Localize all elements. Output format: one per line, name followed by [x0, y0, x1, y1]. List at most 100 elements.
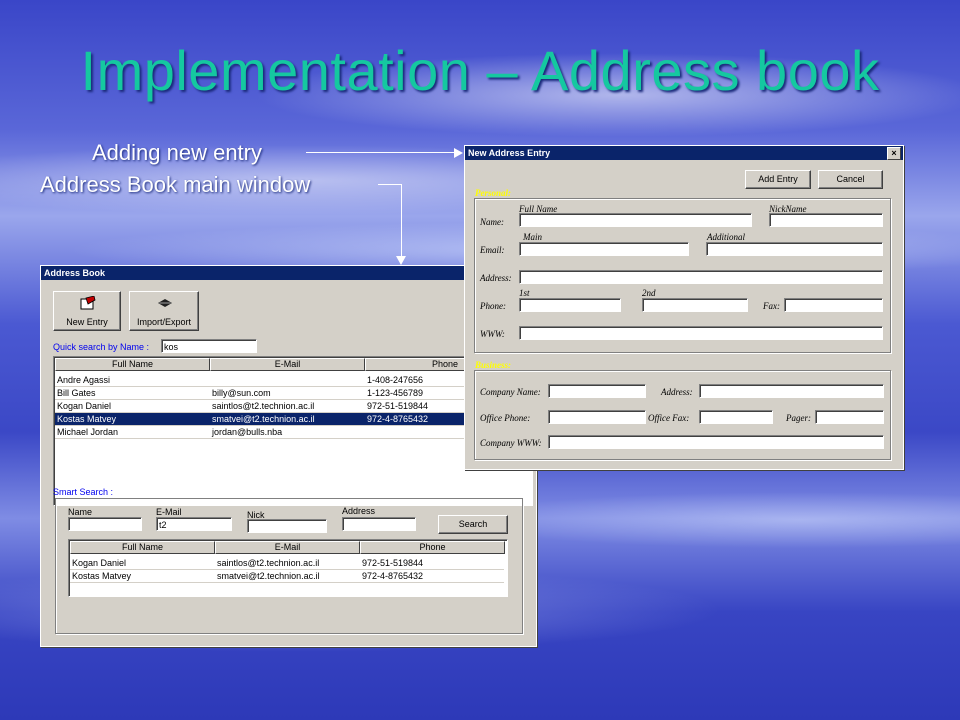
- phone-first-label: 1st: [519, 288, 530, 298]
- search-button[interactable]: Search: [438, 515, 508, 534]
- personal-group: Name: Full Name NickName Email: Main Add…: [474, 198, 891, 353]
- contact-row[interactable]: Bill Gates billy@sun.com 1-123-456789: [55, 387, 525, 400]
- email-additional-input[interactable]: [706, 242, 883, 256]
- smart-search-group: Name E-Mail t2 Nick Address Search Full …: [55, 498, 523, 634]
- full-name-input[interactable]: [519, 213, 752, 227]
- column-header-full-name[interactable]: Full Name: [55, 358, 210, 371]
- smart-name-label: Name: [68, 507, 93, 517]
- www-label: WWW:: [480, 329, 505, 339]
- business-section-label: Business:: [475, 360, 512, 370]
- contact-phone: 972-51-519844: [367, 401, 429, 411]
- smart-address-label: Address: [342, 506, 376, 516]
- import-export-label: Import/Export: [136, 317, 192, 327]
- smart-email-input[interactable]: t2: [156, 517, 232, 531]
- cancel-button[interactable]: Cancel: [818, 170, 883, 189]
- import-export-button[interactable]: Import/Export: [129, 291, 199, 331]
- result-name: Kogan Daniel: [72, 558, 127, 568]
- smart-address-input[interactable]: [342, 517, 416, 531]
- email-label: Email:: [480, 245, 505, 255]
- phone-second-input[interactable]: [642, 298, 748, 312]
- office-fax-label: Office Fax:: [648, 413, 690, 423]
- contact-row[interactable]: Andre Agassi 1-408-247656: [55, 374, 525, 387]
- office-phone-input[interactable]: [548, 410, 646, 424]
- new-entry-button[interactable]: New Entry: [53, 291, 121, 331]
- address-book-window: Address Book New Entry Import/Export Qui…: [40, 265, 537, 647]
- office-fax-input[interactable]: [699, 410, 773, 424]
- smart-results-grid: Full Name E-Mail Phone Kogan Daniel sain…: [68, 539, 508, 597]
- contact-row[interactable]: Michael Jordan jordan@bulls.nba: [55, 426, 525, 439]
- result-row[interactable]: Kostas Matvey smatvei@t2.technion.ac.il …: [70, 570, 504, 583]
- pager-label: Pager:: [786, 413, 811, 423]
- contact-row[interactable]: Kogan Daniel saintlos@t2.technion.ac.il …: [55, 400, 525, 413]
- smart-email-label: E-Mail: [156, 507, 182, 517]
- contact-name: Kostas Matvey: [57, 414, 117, 424]
- smart-nick-input[interactable]: [247, 519, 327, 533]
- contact-email: saintlos@t2.technion.ac.il: [212, 401, 315, 411]
- pager-input[interactable]: [815, 410, 884, 424]
- arrowhead-main-window: [396, 256, 406, 265]
- contact-name: Bill Gates: [57, 388, 96, 398]
- result-row[interactable]: Kogan Daniel saintlos@t2.technion.ac.il …: [70, 557, 504, 570]
- result-phone: 972-4-8765432: [362, 571, 424, 581]
- result-header-email[interactable]: E-Mail: [215, 541, 360, 554]
- fax-label: Fax:: [763, 301, 780, 311]
- arrowhead-new-entry: [454, 148, 463, 158]
- address-label: Address:: [480, 273, 512, 283]
- quick-search-input[interactable]: kos: [161, 339, 257, 353]
- address-input[interactable]: [519, 270, 883, 284]
- caption-main-window: Address Book main window: [40, 172, 311, 197]
- smart-name-input[interactable]: [68, 517, 142, 531]
- business-address-input[interactable]: [699, 384, 884, 398]
- company-www-label: Company WWW:: [480, 438, 542, 448]
- address-book-titlebar[interactable]: Address Book: [41, 266, 536, 280]
- company-name-label: Company Name:: [480, 387, 541, 397]
- column-header-email[interactable]: E-Mail: [210, 358, 365, 371]
- contact-name: Michael Jordan: [57, 427, 119, 437]
- www-input[interactable]: [519, 326, 883, 340]
- contact-row-selected[interactable]: Kostas Matvey smatvei@t2.technion.ac.il …: [55, 413, 525, 426]
- email-main-input[interactable]: [519, 242, 689, 256]
- import-export-icon: [157, 297, 173, 309]
- business-group: Company Name: Address: Office Phone: Off…: [474, 370, 891, 460]
- contact-phone: 1-408-247656: [367, 375, 424, 385]
- close-icon[interactable]: ×: [887, 147, 901, 160]
- phone-first-input[interactable]: [519, 298, 621, 312]
- caption-new-entry: Adding new entry: [92, 140, 262, 165]
- new-entry-title: New Address Entry: [468, 148, 551, 158]
- result-phone: 972-51-519844: [362, 558, 424, 568]
- phone-second-label: 2nd: [642, 288, 656, 298]
- email-additional-label: Additional: [707, 232, 745, 242]
- fax-input[interactable]: [784, 298, 883, 312]
- result-header-phone[interactable]: Phone: [360, 541, 505, 554]
- contact-name: Kogan Daniel: [57, 401, 112, 411]
- business-address-label: Address:: [661, 387, 693, 397]
- new-entry-window: New Address Entry × Add Entry Cancel Per…: [464, 145, 904, 470]
- smart-search-label: Smart Search :: [53, 487, 114, 497]
- nickname-input[interactable]: [769, 213, 883, 227]
- connector-main-window: [378, 184, 402, 257]
- result-email: saintlos@t2.technion.ac.il: [217, 558, 320, 568]
- company-www-input[interactable]: [548, 435, 884, 449]
- personal-section-label: Personal:: [475, 188, 511, 198]
- contacts-grid: Full Name E-Mail Phone Andre Agassi 1-40…: [53, 356, 533, 506]
- contact-email: jordan@bulls.nba: [212, 427, 283, 437]
- new-entry-label: New Entry: [66, 317, 108, 327]
- name-label: Name:: [480, 217, 504, 227]
- contact-email: billy@sun.com: [212, 388, 271, 398]
- company-name-input[interactable]: [548, 384, 646, 398]
- contact-name: Andre Agassi: [57, 375, 111, 385]
- contact-phone: 1-123-456789: [367, 388, 424, 398]
- email-main-label: Main: [523, 232, 542, 242]
- new-entry-icon: [80, 295, 96, 310]
- contact-email: smatvei@t2.technion.ac.il: [212, 414, 315, 424]
- quick-search-label: Quick search by Name :: [53, 342, 150, 352]
- slide-title: Implementation – Address book: [80, 39, 880, 102]
- new-entry-titlebar[interactable]: New Address Entry ×: [465, 146, 903, 160]
- office-phone-label: Office Phone:: [480, 413, 531, 423]
- result-email: smatvei@t2.technion.ac.il: [217, 571, 320, 581]
- connector-new-entry: [306, 152, 454, 153]
- address-book-title: Address Book: [44, 268, 106, 278]
- add-entry-button[interactable]: Add Entry: [745, 170, 811, 189]
- result-name: Kostas Matvey: [72, 571, 132, 581]
- result-header-full-name[interactable]: Full Name: [70, 541, 215, 554]
